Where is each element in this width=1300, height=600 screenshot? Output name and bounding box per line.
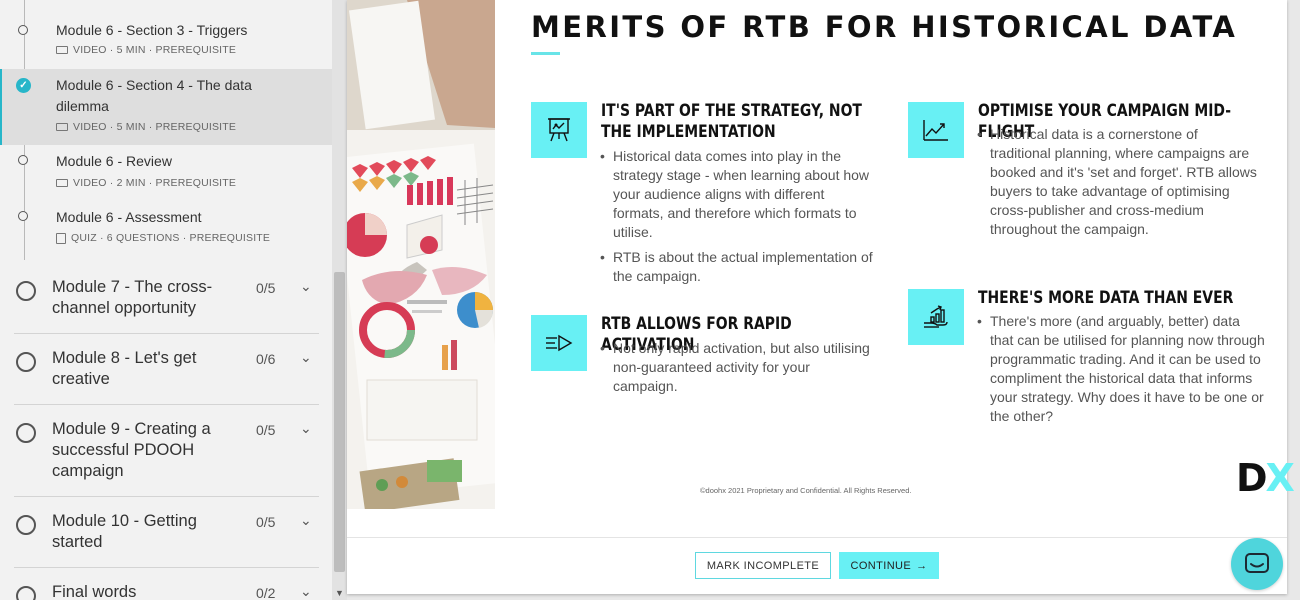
module-10[interactable]: Module 10 - Getting started 0/5 ⌄ [14, 511, 319, 568]
lesson-content: MERITS OF RTB FOR HISTORICAL DATA IT'S P… [347, 0, 1295, 594]
chat-icon [1245, 553, 1269, 573]
module-title: Module 10 - Getting started [52, 512, 197, 551]
lesson-module6-section3[interactable]: Module 6 - Section 3 - Triggers VIDEO · … [0, 20, 332, 64]
module-progress-count: 0/5 [256, 514, 276, 530]
video-icon [56, 179, 68, 187]
incomplete-dot-icon [18, 25, 28, 35]
continue-label: CONTINUE [850, 559, 912, 572]
lesson-meta: VIDEO · 5 MIN · PREREQUISITE [56, 121, 236, 133]
lesson-meta: VIDEO · 2 MIN · PREREQUISITE [56, 177, 236, 189]
title-underline [531, 52, 560, 55]
infographic-photo [347, 0, 495, 509]
slide-title: MERITS OF RTB FOR HISTORICAL DATA [531, 10, 1238, 44]
bullet-text: There's more (and arguably, better) data… [977, 312, 1267, 426]
doohx-logo: DX [1236, 456, 1295, 500]
module-progress-ring-icon [16, 352, 36, 372]
module-progress-ring-icon [16, 515, 36, 535]
module-progress-count: 0/2 [256, 585, 276, 600]
module-title: Module 8 - Let's get creative [52, 349, 197, 388]
quiz-icon [56, 232, 66, 244]
module-title: Module 9 - Creating a successful PDOOH c… [52, 420, 211, 480]
completed-check-icon: ✓ [16, 78, 31, 93]
lesson-title: Module 6 - Section 4 - The data dilemma [56, 77, 252, 114]
lesson-meta-text: VIDEO · 5 MIN · PREREQUISITE [73, 121, 237, 133]
lesson-meta: QUIZ · 6 QUESTIONS · PREREQUISITE [56, 232, 270, 244]
logo-letter-x: X [1265, 456, 1295, 500]
module-title: Final words [52, 583, 137, 600]
logo-letter-d: D [1236, 456, 1268, 500]
module-8[interactable]: Module 8 - Let's get creative 0/6 ⌄ [14, 348, 319, 405]
scroll-down-arrow-icon[interactable]: ▼ [334, 588, 345, 598]
continue-button[interactable]: CONTINUE → [839, 552, 939, 579]
module-progress-ring-icon [16, 586, 36, 600]
chevron-down-icon[interactable]: ⌄ [300, 512, 312, 529]
lesson-title: Module 6 - Assessment [56, 209, 202, 225]
infographic-photo-drawing [347, 0, 495, 509]
growth-hand-icon [908, 289, 964, 345]
copyright-notice: ©doohx 2021 Proprietary and Confidential… [700, 486, 912, 495]
module-progress-count: 0/5 [256, 422, 276, 438]
module-title: Module 7 - The cross-channel opportunity [52, 278, 213, 317]
module-progress-ring-icon [16, 281, 36, 301]
chat-launcher-button[interactable] [1231, 538, 1283, 590]
feature-bullets: Historical data is a cornerstone of trad… [977, 125, 1262, 245]
module-7[interactable]: Module 7 - The cross-channel opportunity… [14, 277, 319, 334]
fast-arrow-icon [531, 315, 587, 371]
presentation-chart-icon [531, 102, 587, 158]
lesson-title: Module 6 - Review [56, 153, 172, 169]
footer-divider [347, 537, 1287, 538]
lesson-meta-text: VIDEO · 2 MIN · PREREQUISITE [73, 177, 237, 189]
bullet-text: Historical data is a cornerstone of trad… [977, 125, 1262, 239]
module-9[interactable]: Module 9 - Creating a successful PDOOH c… [14, 419, 319, 497]
bullet-text: Historical data comes into play in the s… [600, 147, 875, 242]
chevron-down-icon[interactable]: ⌄ [300, 349, 312, 366]
bullet-text: RTB is about the actual implementation o… [600, 248, 875, 286]
lesson-module6-assessment[interactable]: Module 6 - Assessment QUIZ · 6 QUESTIONS… [0, 207, 332, 257]
module-final-words[interactable]: Final words 0/2 ⌄ [14, 582, 319, 600]
feature-bullets: Not only rapid activation, but also util… [600, 339, 875, 402]
chevron-down-icon[interactable]: ⌄ [300, 420, 312, 437]
chevron-down-icon[interactable]: ⌄ [300, 583, 312, 600]
feature-heading: THERE'S MORE DATA THAN EVER [978, 288, 1234, 308]
line-chart-icon [908, 102, 964, 158]
video-icon [56, 123, 68, 131]
arrow-right-icon: → [916, 559, 928, 572]
feature-heading: IT'S PART OF THE STRATEGY, NOT THE IMPLE… [601, 101, 862, 142]
chevron-down-icon[interactable]: ⌄ [300, 278, 312, 295]
course-sidebar: Module 6 - Section 3 - Triggers VIDEO · … [0, 0, 332, 600]
lesson-meta-text: VIDEO · 5 MIN · PREREQUISITE [73, 44, 237, 56]
lesson-title: Module 6 - Section 3 - Triggers [56, 22, 248, 38]
module-progress-count: 0/5 [256, 280, 276, 296]
bullet-text: Not only rapid activation, but also util… [600, 339, 875, 396]
incomplete-dot-icon [18, 155, 28, 165]
mark-incomplete-label: MARK INCOMPLETE [706, 559, 820, 572]
feature-bullets: Historical data comes into play in the s… [600, 147, 875, 292]
lesson-module6-section4[interactable]: ✓ Module 6 - Section 4 - The data dilemm… [0, 69, 332, 145]
feature-bullets: There's more (and arguably, better) data… [977, 312, 1267, 432]
module-progress-count: 0/6 [256, 351, 276, 367]
incomplete-dot-icon [18, 211, 28, 221]
sidebar-scrollbar-thumb[interactable] [334, 272, 345, 572]
lesson-meta: VIDEO · 5 MIN · PREREQUISITE [56, 44, 236, 56]
mark-incomplete-button[interactable]: MARK INCOMPLETE [695, 552, 831, 579]
module-progress-ring-icon [16, 423, 36, 443]
video-icon [56, 46, 68, 54]
lesson-module6-review[interactable]: Module 6 - Review VIDEO · 2 MIN · PREREQ… [0, 151, 332, 201]
lesson-meta-text: QUIZ · 6 QUESTIONS · PREREQUISITE [71, 232, 271, 244]
